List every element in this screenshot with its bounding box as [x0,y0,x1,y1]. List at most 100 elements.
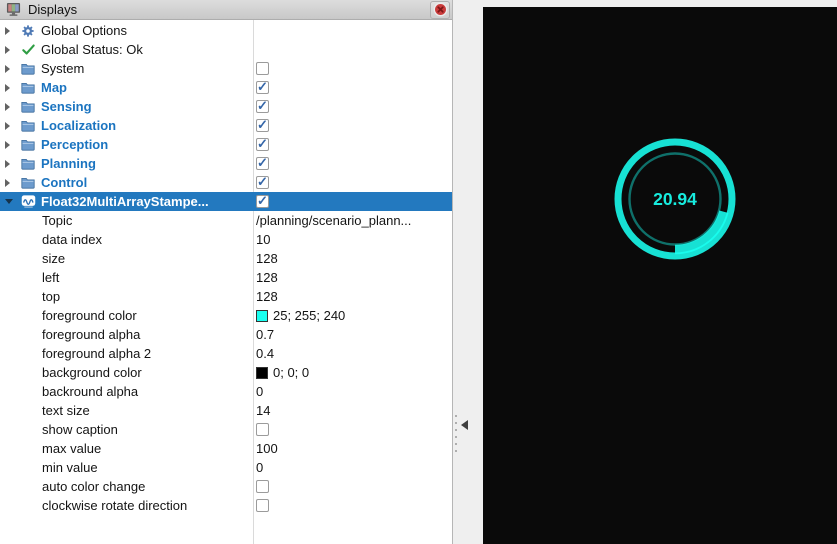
folder-icon [20,156,36,172]
gauge-value: 20.94 [653,189,697,209]
render-view[interactable]: 20.94 [483,7,837,544]
close-panel-button[interactable] [430,1,450,19]
property-row-foreground-alpha: foreground alpha 0.7 [0,325,452,344]
property-value[interactable]: 128 [256,249,278,268]
property-row-background-color: background color 0; 0; 0 [0,363,452,382]
folder-icon [20,118,36,134]
property-value[interactable]: 0; 0; 0 [256,363,309,382]
expand-arrow-right-icon[interactable] [0,179,20,187]
property-checkbox[interactable] [256,499,269,512]
property-row-size: size128 [0,249,452,268]
enable-checkbox[interactable] [256,119,269,132]
panel-titlebar[interactable]: Displays [0,0,452,20]
property-row-text-size: text size 14 [0,401,452,420]
expand-arrow-right-icon[interactable] [0,122,20,130]
display-row-sensing[interactable]: Sensing [0,97,452,116]
property-value[interactable] [256,420,269,439]
property-value[interactable]: /planning/scenario_plann... [256,211,411,230]
enable-checkbox[interactable] [256,195,269,208]
property-row-left: left 128 [0,268,452,287]
property-value[interactable]: 0 [256,458,263,477]
property-name: top [42,289,60,304]
expand-arrow-right-icon[interactable] [0,84,20,92]
property-row-backround-alpha: backround alpha0 [0,382,452,401]
display-row-perception[interactable]: Perception [0,135,452,154]
enable-cell [256,192,269,211]
property-value-text: 0.4 [256,346,274,361]
property-value[interactable]: 0.4 [256,344,274,363]
property-value[interactable]: 0 [256,382,263,401]
enable-cell [256,59,269,78]
property-checkbox[interactable] [256,480,269,493]
property-value[interactable]: 14 [256,401,270,420]
property-value[interactable]: 0.7 [256,325,274,344]
property-value[interactable]: 100 [256,439,278,458]
enable-checkbox[interactable] [256,176,269,189]
property-row-topic: Topic/planning/scenario_plann... [0,211,452,230]
expand-arrow-right-icon[interactable] [0,65,20,73]
folder-icon [20,99,36,115]
enable-checkbox[interactable] [256,62,269,75]
display-row-planning[interactable]: Planning [0,154,452,173]
property-name: background color [42,365,142,380]
property-name: foreground alpha 2 [42,346,151,361]
display-row-global-status-ok[interactable]: Global Status: Ok [0,40,452,59]
expand-arrow-right-icon[interactable] [0,141,20,149]
property-value[interactable]: 10 [256,230,270,249]
enable-checkbox[interactable] [256,157,269,170]
wave-display-icon [20,194,36,210]
gear-icon [20,23,36,39]
property-value[interactable]: 128 [256,268,278,287]
display-label: System [41,61,84,76]
enable-cell [256,97,269,116]
folder-icon [20,137,36,153]
property-value[interactable] [256,477,269,496]
display-label: Perception [41,137,108,152]
splitter-handle[interactable] [453,412,459,454]
property-row-max-value: max value100 [0,439,452,458]
enable-checkbox[interactable] [256,81,269,94]
display-row-global-options[interactable]: Global Options [0,21,452,40]
expand-arrow-down-icon[interactable] [0,199,20,204]
property-name: clockwise rotate direction [42,498,187,513]
display-row-float32multiarraystampe[interactable]: Float32MultiArrayStampe... [0,192,452,211]
property-value[interactable]: 25; 255; 240 [256,306,345,325]
display-row-system[interactable]: System [0,59,452,78]
property-name: foreground alpha [42,327,140,342]
property-value-text: 0 [256,384,263,399]
property-value[interactable]: 128 [256,287,278,306]
splitter-collapse-left-icon[interactable] [461,420,468,430]
property-row-clockwise-rotate-direction: clockwise rotate direction [0,496,452,515]
property-row-show-caption: show caption [0,420,452,439]
property-value[interactable] [256,496,269,515]
enable-cell [256,135,269,154]
display-label: Control [41,175,87,190]
property-value-text: 10 [256,232,270,247]
expand-arrow-right-icon[interactable] [0,103,20,111]
display-tree: Global Options Global Status: Ok System Map… [0,21,452,515]
expand-arrow-right-icon[interactable] [0,27,20,35]
display-label: Float32MultiArrayStampe... [41,194,209,209]
display-label: Global Options [41,23,127,38]
enable-cell [256,154,269,173]
display-row-map[interactable]: Map [0,78,452,97]
property-row-foreground-color: foreground color25; 255; 240 [0,306,452,325]
property-value-text: 25; 255; 240 [273,308,345,323]
enable-checkbox[interactable] [256,100,269,113]
property-name: left [42,270,59,285]
property-row-auto-color-change: auto color change [0,477,452,496]
enable-checkbox[interactable] [256,138,269,151]
display-label: Localization [41,118,116,133]
expand-arrow-right-icon[interactable] [0,160,20,168]
color-swatch [256,310,268,322]
display-row-localization[interactable]: Localization [0,116,452,135]
close-icon [433,2,448,17]
expand-arrow-right-icon[interactable] [0,46,20,54]
enable-cell [256,116,269,135]
folder-icon [20,175,36,191]
display-label: Global Status: Ok [41,42,143,57]
property-name: text size [42,403,90,418]
property-checkbox[interactable] [256,423,269,436]
property-row-min-value: min value0 [0,458,452,477]
display-row-control[interactable]: Control [0,173,452,192]
